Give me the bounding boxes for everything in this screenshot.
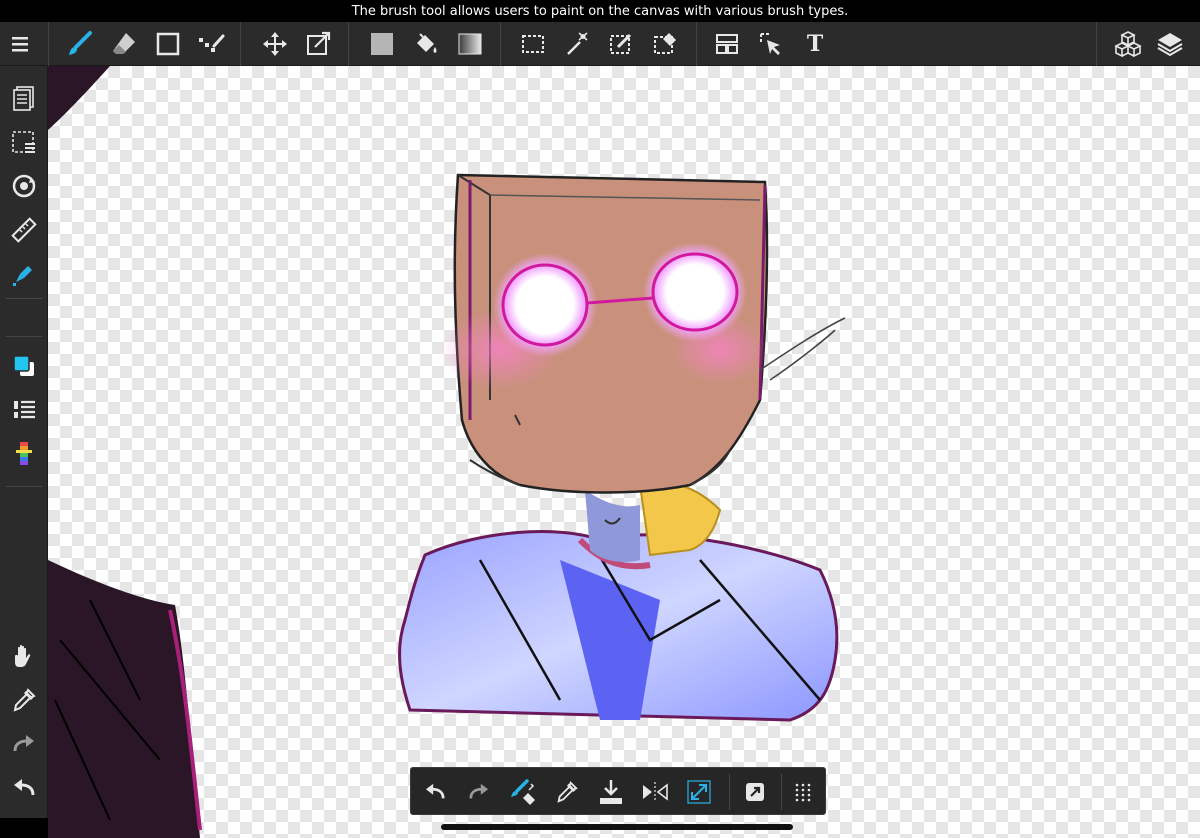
filter-icon [199, 34, 225, 52]
flip-horizontal-icon [643, 782, 668, 802]
magic-wand-icon [567, 32, 588, 55]
undo-button[interactable] [0, 768, 48, 808]
color-swatch-button[interactable] [0, 346, 48, 386]
share-button[interactable] [733, 768, 777, 816]
ruler-icon [11, 217, 37, 243]
fit-screen-icon [687, 780, 711, 804]
materials-cubes-icon [1114, 31, 1142, 58]
materials-button[interactable] [1108, 22, 1148, 66]
main-toolbar: T [0, 22, 1200, 66]
frame-divider-icon [716, 34, 738, 54]
eyedropper-button[interactable] [0, 680, 48, 720]
shape-tool-button[interactable] [148, 22, 188, 66]
brush-eraser-icon [511, 779, 535, 805]
import-button[interactable] [589, 768, 633, 816]
fit-screen-button[interactable] [677, 768, 721, 816]
move-tool-button[interactable] [255, 22, 295, 66]
select-rectangle-button[interactable] [513, 22, 553, 66]
select-pen-icon [610, 33, 632, 54]
pages-button[interactable] [0, 78, 48, 118]
gradient-icon [458, 33, 482, 55]
snap-pen-icon [13, 266, 32, 286]
undo-icon [425, 783, 445, 799]
fill-swatch-icon [371, 33, 393, 55]
tooltip-text: The brush tool allows users to paint on … [351, 3, 849, 19]
import-icon [600, 780, 622, 804]
brush-list-button[interactable] [0, 390, 48, 430]
select-eraser-icon [654, 33, 676, 54]
menu-button[interactable] [0, 22, 40, 66]
drawing-canvas[interactable] [48, 66, 1200, 838]
color-swatch-icon [13, 355, 34, 376]
bucket-tool-button[interactable] [406, 22, 446, 66]
ruler-button[interactable] [0, 210, 48, 250]
select-pen-button[interactable] [601, 22, 641, 66]
transform-icon [307, 31, 331, 55]
select-rectangle-icon [522, 35, 544, 53]
paint-bucket-icon [417, 33, 437, 53]
pages-icon [13, 86, 34, 111]
grid-dots-icon [795, 783, 811, 802]
left-sidebar [0, 66, 48, 818]
magic-wand-button[interactable] [557, 22, 597, 66]
snap-pen-button[interactable] [0, 254, 48, 294]
command-bar [410, 767, 826, 815]
brush-list-icon [14, 400, 35, 419]
eraser-icon [113, 33, 135, 54]
undo-icon [14, 779, 35, 796]
rotate-canvas-button[interactable] [0, 166, 48, 206]
operation-cursor-icon [760, 33, 780, 55]
color-palette-button[interactable] [0, 434, 48, 474]
command-undo-button[interactable] [413, 768, 457, 816]
text-icon: T [806, 31, 824, 57]
text-tool-button[interactable]: T [795, 22, 835, 66]
filter-tool-button[interactable] [192, 22, 232, 66]
more-button[interactable] [781, 768, 825, 816]
flip-horizontal-button[interactable] [633, 768, 677, 816]
operation-tool-button[interactable] [751, 22, 791, 66]
command-eyedropper-button[interactable] [545, 768, 589, 816]
command-redo-button[interactable] [457, 768, 501, 816]
select-eraser-button[interactable] [645, 22, 685, 66]
brush-icon [69, 31, 92, 55]
brush-tool-button[interactable] [60, 22, 100, 66]
tool-tooltip: The brush tool allows users to paint on … [0, 0, 1200, 22]
brush-eraser-toggle-button[interactable] [501, 768, 545, 816]
eraser-tool-button[interactable] [104, 22, 144, 66]
hand-icon [15, 644, 31, 667]
hand-tool-button[interactable] [0, 636, 48, 676]
home-indicator [441, 824, 793, 830]
eyedropper-icon [557, 781, 578, 803]
eyedropper-icon [13, 688, 36, 712]
redo-icon [469, 783, 489, 799]
canvas-artwork [48, 66, 846, 838]
rectangle-icon [156, 32, 180, 56]
menu-icon [12, 37, 28, 52]
selection-list-icon [12, 131, 35, 153]
rotate-icon [12, 174, 36, 198]
frame-divider-button[interactable] [707, 22, 747, 66]
redo-icon [13, 735, 34, 752]
layers-button[interactable] [1150, 22, 1190, 66]
color-palette-icon [16, 442, 32, 465]
selection-list-button[interactable] [0, 122, 48, 162]
redo-button[interactable] [0, 724, 48, 764]
gradient-tool-button[interactable] [450, 22, 490, 66]
move-icon [263, 32, 287, 56]
fill-color-button[interactable] [362, 22, 402, 66]
layers-icon [1157, 33, 1183, 57]
transform-tool-button[interactable] [299, 22, 339, 66]
share-icon [746, 783, 764, 801]
